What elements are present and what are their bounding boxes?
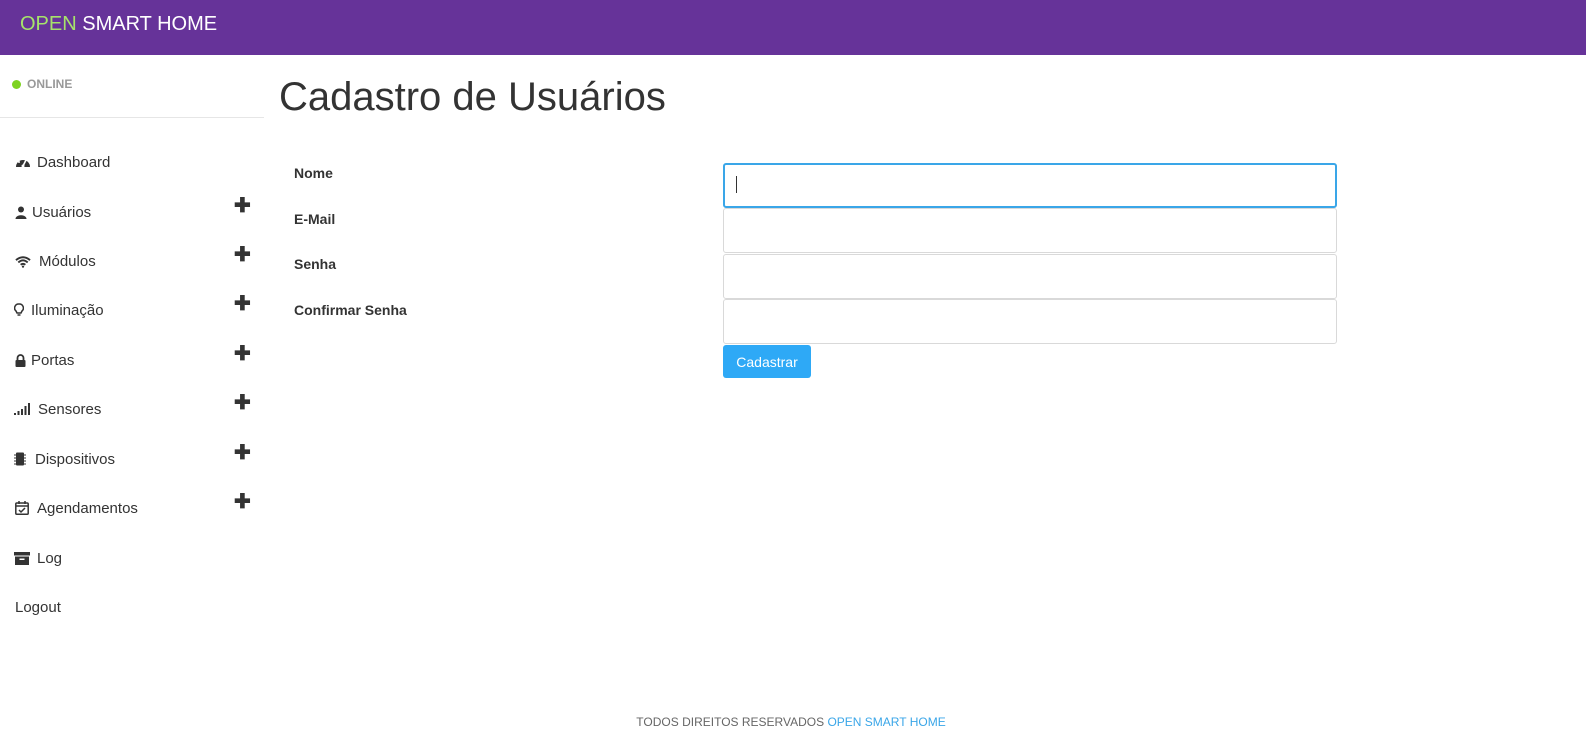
brand-name: SMART HOME [76,13,218,35]
sidebar-item-label: Portas [31,351,75,369]
wifi-icon [15,253,31,269]
expand-plus-icon[interactable]: ✚ [234,393,251,413]
sidebar-item-agendamentos[interactable]: Agendamentos ✚ [0,488,264,528]
status-label: ONLINE [27,77,73,91]
expand-plus-icon[interactable]: ✚ [234,196,251,216]
sidebar-item-label: Agendamentos [37,499,138,517]
expand-plus-icon[interactable]: ✚ [234,245,251,265]
online-status: ONLINE [12,77,72,91]
sidebar: ONLINE Dashboard Usuários ✚ Módulos ✚ Il… [0,55,264,695]
footer-text: TODOS DIREITOS RESERVADOS [636,715,828,729]
senha-label: Senha [294,256,337,272]
sidebar-item-logout[interactable]: Logout [0,587,264,627]
sidebar-item-label: Iluminação [31,301,104,319]
sidebar-divider [0,117,264,118]
expand-plus-icon[interactable]: ✚ [234,294,251,314]
brand-logo[interactable]: OPEN SMART HOME [20,12,217,36]
confirmar-senha-input[interactable] [723,299,1337,344]
footer-link[interactable]: OPEN SMART HOME [827,715,945,729]
user-icon [13,204,29,220]
sidebar-item-label: Usuários [32,203,92,221]
email-label: E-Mail [294,211,336,227]
top-navbar: OPEN SMART HOME [0,0,1586,55]
sidebar-item-modulos[interactable]: Módulos ✚ [0,241,264,281]
sidebar-item-label: Dashboard [37,153,111,171]
dashboard-icon [15,154,31,170]
footer: TODOS DIREITOS RESERVADOS OPEN SMART HOM… [0,715,1582,729]
nome-input[interactable] [723,163,1337,208]
archive-icon [14,550,30,566]
sidebar-item-sensores[interactable]: Sensores ✚ [0,389,264,429]
lock-icon [12,352,28,368]
sidebar-item-label: Logout [15,598,61,616]
lightbulb-icon [11,302,27,318]
sidebar-item-dispositivos[interactable]: Dispositivos ✚ [0,439,264,479]
sidebar-item-label: Sensores [38,400,102,418]
cadastrar-button[interactable]: Cadastrar [723,345,811,378]
text-caret [736,176,737,193]
chip-icon [12,451,28,467]
confirmar-senha-label: Confirmar Senha [294,302,407,318]
sidebar-item-label: Log [37,549,63,567]
sidebar-item-dashboard[interactable]: Dashboard [0,142,264,182]
sidebar-item-portas[interactable]: Portas ✚ [0,340,264,380]
sidebar-item-iluminacao[interactable]: Iluminação ✚ [0,290,264,330]
brand-accent: OPEN [20,13,77,35]
expand-plus-icon[interactable]: ✚ [234,344,251,364]
page-title: Cadastro de Usuários [279,75,666,119]
expand-plus-icon[interactable]: ✚ [234,492,251,512]
signal-icon [14,401,30,417]
sidebar-item-label: Módulos [39,252,96,270]
status-dot-icon [12,79,21,89]
nome-label: Nome [294,165,333,181]
sidebar-item-usuarios[interactable]: Usuários ✚ [0,192,264,232]
email-input[interactable] [723,208,1337,253]
calendar-check-icon [14,500,30,516]
sidebar-item-label: Dispositivos [35,450,116,468]
senha-input[interactable] [723,254,1337,299]
sidebar-item-log[interactable]: Log [0,538,264,578]
expand-plus-icon[interactable]: ✚ [234,443,251,463]
